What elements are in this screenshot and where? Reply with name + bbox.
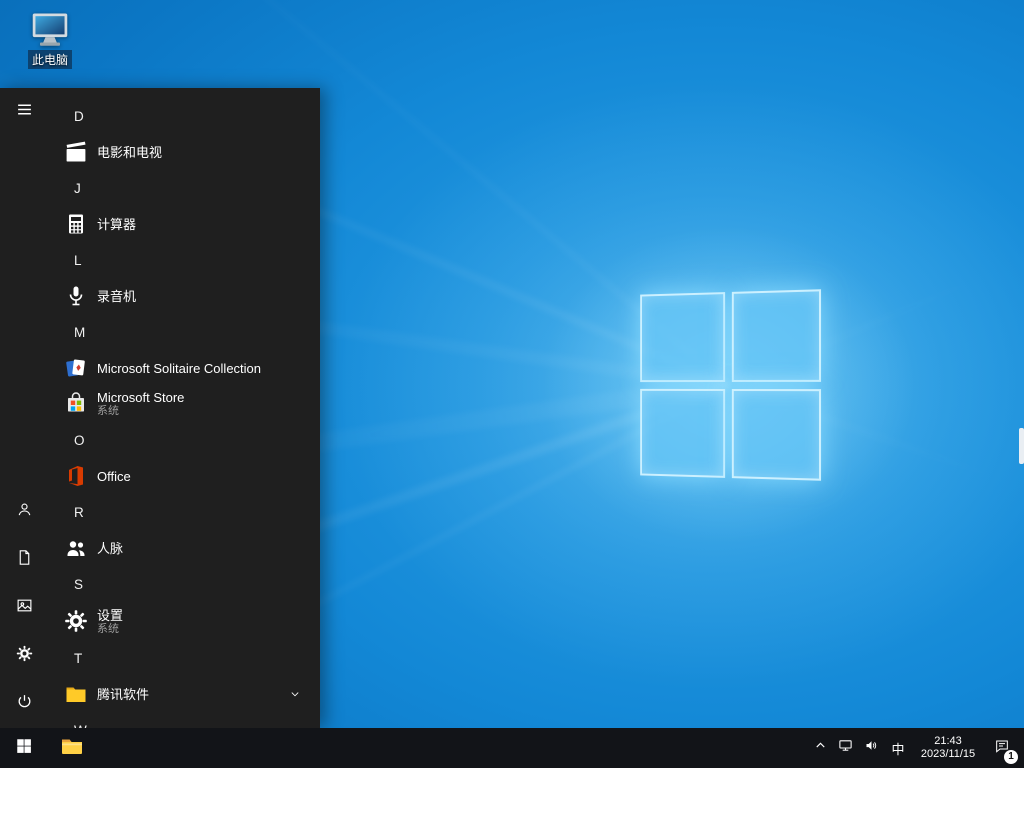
speaker-icon	[864, 738, 879, 758]
store-icon	[64, 391, 88, 415]
hamburger-icon	[16, 101, 33, 123]
network-icon	[838, 738, 853, 758]
action-center-button[interactable]: 1	[984, 728, 1020, 768]
app-group-letter-W[interactable]: W	[48, 711, 320, 728]
start-app-list: D 电影和电视 J 计算器 L 录音机 M Microsoft Solitaire Colle…	[48, 88, 320, 728]
rail-power-button[interactable]	[0, 680, 48, 728]
network-button[interactable]	[832, 728, 858, 768]
app-label: 电影和电视	[97, 145, 162, 160]
people-icon	[64, 536, 88, 560]
rail-top-group	[0, 88, 48, 136]
app-item[interactable]: 设置 系统	[48, 603, 320, 639]
power-icon	[16, 693, 33, 715]
this-pc-icon	[28, 8, 72, 48]
start-button[interactable]	[0, 728, 48, 768]
windows-logo	[640, 289, 821, 481]
app-item[interactable]: 人脉	[48, 531, 320, 565]
app-item[interactable]: 计算器	[48, 207, 320, 241]
desktop: 此电脑 D 电影和电视 J 计算器 L 录音机 M Microsoft Solitaire C…	[0, 0, 1024, 768]
clock-time: 21:43	[934, 735, 962, 748]
app-item[interactable]: Microsoft Solitaire Collection	[48, 351, 320, 385]
app-item[interactable]: 录音机	[48, 279, 320, 313]
app-group-letter-T[interactable]: T	[48, 639, 320, 677]
app-label: 计算器	[97, 217, 136, 232]
logo-pane-bottom-left	[640, 388, 724, 477]
app-group-letter-L[interactable]: L	[48, 241, 320, 279]
movies-tv-icon	[64, 140, 88, 164]
notification-badge: 1	[1004, 750, 1018, 764]
document-icon	[16, 549, 33, 571]
app-group-letter-S[interactable]: S	[48, 565, 320, 603]
app-group-letter-R[interactable]: R	[48, 493, 320, 531]
volume-button[interactable]	[858, 728, 884, 768]
rail-bottom-group	[0, 488, 48, 728]
file-explorer-icon	[60, 734, 84, 763]
chevron-down-icon[interactable]	[288, 687, 302, 701]
app-label: Office	[97, 469, 131, 484]
app-item[interactable]: 电影和电视	[48, 135, 320, 169]
microphone-icon	[64, 284, 88, 308]
app-label: 录音机	[97, 289, 136, 304]
gear-icon	[16, 645, 33, 667]
taskbar: 中 21:43 2023/11/15 1	[0, 728, 1024, 768]
app-group-letter-D[interactable]: D	[48, 97, 320, 135]
pictures-icon	[16, 597, 33, 619]
taskbar-clock[interactable]: 21:43 2023/11/15	[912, 728, 984, 768]
app-label: 设置 系统	[97, 608, 123, 635]
start-menu: D 电影和电视 J 计算器 L 录音机 M Microsoft Solitaire Colle…	[0, 88, 320, 728]
app-item[interactable]: 腾讯软件	[48, 677, 320, 711]
user-icon	[16, 501, 33, 523]
desktop-icon-this-pc[interactable]: 此电脑	[12, 8, 88, 69]
app-group-letter-O[interactable]: O	[48, 421, 320, 459]
rail-user-button[interactable]	[0, 488, 48, 536]
hidden-icons-button[interactable]	[808, 728, 832, 768]
solitaire-icon	[64, 356, 88, 380]
app-label: 腾讯软件	[97, 687, 149, 702]
gear-icon	[64, 609, 88, 633]
desktop-icon-label: 此电脑	[28, 50, 72, 69]
app-group-letter-J[interactable]: J	[48, 169, 320, 207]
clock-date: 2023/11/15	[921, 748, 975, 761]
calculator-icon	[64, 212, 88, 236]
rail-menu-button[interactable]	[0, 88, 48, 136]
logo-pane-bottom-right	[731, 389, 821, 481]
system-tray: 中 21:43 2023/11/15 1	[808, 728, 1024, 768]
windows-start-icon	[15, 737, 33, 760]
logo-pane-top-right	[731, 289, 821, 381]
app-label: Microsoft Solitaire Collection	[97, 361, 261, 376]
scrollbar-thumb[interactable]	[1019, 428, 1024, 464]
app-label: 人脉	[97, 541, 123, 556]
ime-indicator[interactable]: 中	[884, 728, 912, 768]
folder-icon	[64, 682, 88, 706]
office-icon	[64, 464, 88, 488]
file-explorer-button[interactable]	[48, 728, 96, 768]
app-label: Microsoft Store 系统	[97, 390, 184, 417]
rail-pictures-button[interactable]	[0, 584, 48, 632]
start-menu-rail	[0, 88, 48, 728]
app-group-letter-M[interactable]: M	[48, 313, 320, 351]
app-item[interactable]: Microsoft Store 系统	[48, 385, 320, 421]
rail-settings-button[interactable]	[0, 632, 48, 680]
chevron-up-icon	[813, 738, 828, 758]
rail-documents-button[interactable]	[0, 536, 48, 584]
logo-pane-top-left	[640, 292, 724, 381]
app-item[interactable]: Office	[48, 459, 320, 493]
